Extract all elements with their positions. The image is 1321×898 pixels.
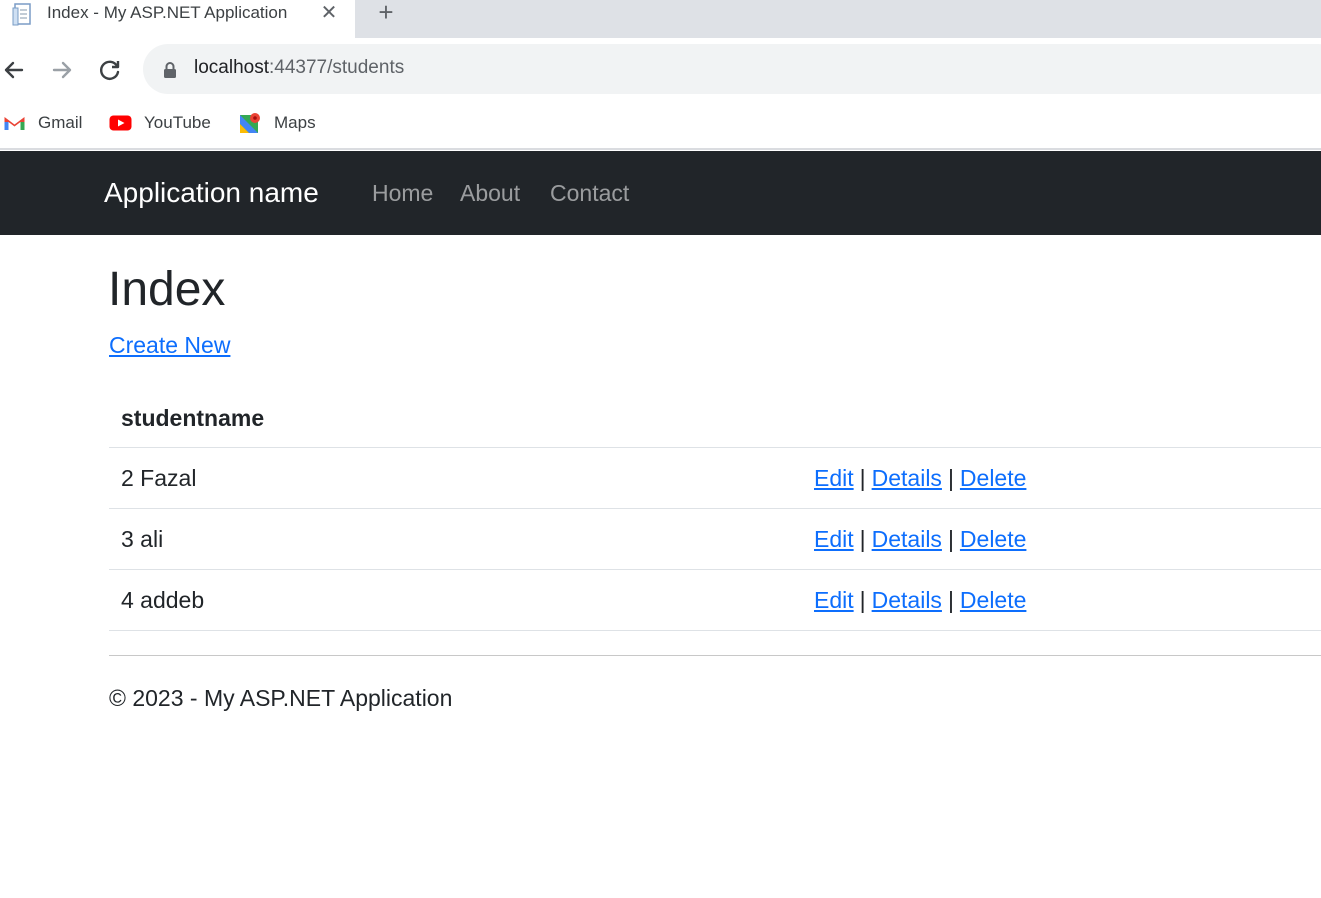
action-separator: | bbox=[947, 587, 954, 613]
bookmarks-bar: Gmail YouTube Maps bbox=[0, 100, 1321, 150]
row-actions: Edit | Details | Delete bbox=[814, 587, 1026, 614]
create-new-link[interactable]: Create New bbox=[109, 332, 230, 359]
gmail-icon bbox=[4, 117, 25, 130]
page-title: Index bbox=[108, 263, 226, 316]
action-separator: | bbox=[947, 526, 954, 552]
forward-arrow-icon[interactable] bbox=[48, 56, 76, 84]
footer-divider bbox=[109, 655, 1321, 656]
table-row: 4 addeb Edit | Details | Delete bbox=[109, 570, 1321, 631]
table-row: 2 Fazal Edit | Details | Delete bbox=[109, 448, 1321, 509]
nav-link-contact[interactable]: Contact bbox=[550, 180, 629, 207]
nav-link-about[interactable]: About bbox=[460, 180, 520, 207]
column-header-studentname: studentname bbox=[121, 405, 265, 431]
delete-link[interactable]: Delete bbox=[960, 587, 1026, 613]
row-actions: Edit | Details | Delete bbox=[814, 465, 1026, 492]
students-table: studentname 2 Fazal Edit | Details | Delete … bbox=[109, 389, 1321, 631]
bookmark-label: Gmail bbox=[38, 113, 83, 132]
reload-icon[interactable] bbox=[96, 56, 124, 84]
bookmark-youtube[interactable]: YouTube bbox=[109, 110, 211, 136]
browser-toolbar: localhost:44377/students bbox=[0, 38, 1321, 100]
nav-link-home[interactable]: Home bbox=[372, 180, 433, 207]
action-separator: | bbox=[859, 587, 866, 613]
url-host: localhost bbox=[194, 57, 269, 78]
bookmark-maps[interactable]: Maps bbox=[239, 110, 316, 136]
bookmark-gmail[interactable]: Gmail bbox=[3, 110, 82, 136]
close-icon[interactable]: ✕ bbox=[318, 1, 340, 25]
url-path: :44377/students bbox=[269, 57, 405, 78]
address-url: localhost:44377/students bbox=[194, 57, 404, 79]
action-separator: | bbox=[859, 465, 866, 491]
row-actions: Edit | Details | Delete bbox=[814, 526, 1026, 553]
lock-icon[interactable] bbox=[162, 61, 178, 79]
action-separator: | bbox=[947, 465, 954, 491]
back-arrow-icon[interactable] bbox=[0, 56, 28, 84]
plus-icon[interactable]: + bbox=[373, 0, 399, 26]
tab-title: Index - My ASP.NET Application bbox=[47, 3, 288, 22]
document-icon bbox=[12, 3, 34, 27]
edit-link[interactable]: Edit bbox=[814, 526, 854, 552]
app-navbar: Application name Home About Contact bbox=[0, 151, 1321, 235]
edit-link[interactable]: Edit bbox=[814, 587, 854, 613]
details-link[interactable]: Details bbox=[872, 526, 942, 552]
action-separator: | bbox=[859, 526, 866, 552]
navbar-brand[interactable]: Application name bbox=[104, 177, 319, 209]
youtube-icon bbox=[109, 115, 132, 131]
student-name-cell: 3 ali bbox=[121, 526, 164, 552]
address-bar[interactable]: localhost:44377/students bbox=[143, 44, 1321, 94]
details-link[interactable]: Details bbox=[872, 587, 942, 613]
bookmark-label: YouTube bbox=[144, 113, 211, 132]
edit-link[interactable]: Edit bbox=[814, 465, 854, 491]
maps-icon bbox=[240, 113, 260, 133]
delete-link[interactable]: Delete bbox=[960, 526, 1026, 552]
student-name-cell: 2 Fazal bbox=[121, 465, 197, 491]
footer-copyright: © 2023 - My ASP.NET Application bbox=[109, 685, 453, 711]
details-link[interactable]: Details bbox=[872, 465, 942, 491]
bookmark-label: Maps bbox=[274, 113, 316, 132]
delete-link[interactable]: Delete bbox=[960, 465, 1026, 491]
browser-tab[interactable]: Index - My ASP.NET Application ✕ bbox=[0, 0, 355, 38]
table-header: studentname bbox=[109, 389, 1321, 448]
student-name-cell: 4 addeb bbox=[121, 587, 205, 613]
table-row: 3 ali Edit | Details | Delete bbox=[109, 509, 1321, 570]
browser-tabstrip: Index - My ASP.NET Application ✕ + bbox=[0, 0, 1321, 38]
